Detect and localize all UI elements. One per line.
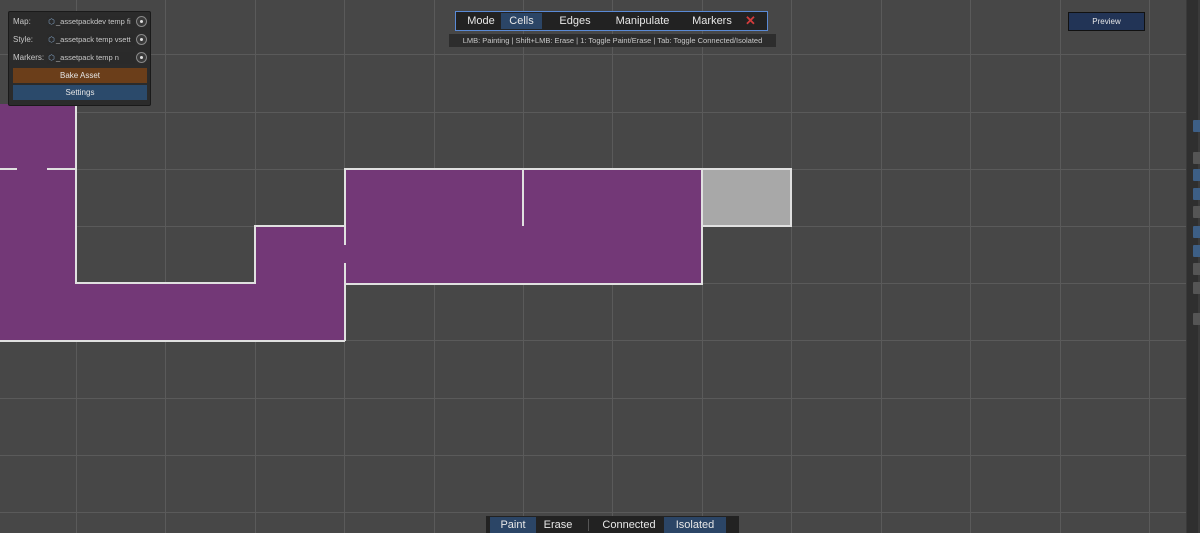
tool-icon[interactable] <box>1193 120 1200 132</box>
style-value: _assetpack temp vsett <box>56 35 131 44</box>
tool-icon[interactable] <box>1193 282 1200 294</box>
paint-toolbar: Paint Erase Connected Isolated <box>486 516 739 533</box>
markers-label: Markers: <box>13 53 45 62</box>
painted-cells <box>0 104 702 341</box>
toolbar-divider <box>588 519 589 531</box>
map-field[interactable]: ⬡_assetpackdev temp fi <box>47 16 135 28</box>
map-value: _assetpackdev temp fi <box>56 17 131 26</box>
rotate-icon[interactable] <box>1193 152 1200 164</box>
cube-icon: ⬡ <box>48 17 55 26</box>
controls-hint: LMB: Painting | Shift+LMB: Erase | 1: To… <box>449 34 776 47</box>
paint-button[interactable]: Paint <box>490 517 536 533</box>
style-field[interactable]: ⬡_assetpack temp vsett <box>47 34 135 46</box>
tool-icon[interactable] <box>1193 263 1200 275</box>
tool-icon[interactable] <box>1193 226 1200 238</box>
mode-toolbar: Mode Cells Edges Manipulate Markers ✕ <box>455 11 768 31</box>
tab-cells[interactable]: Cells <box>501 13 542 29</box>
hover-cell <box>702 169 791 226</box>
cube-icon: ⬡ <box>48 53 55 62</box>
tab-manipulate[interactable]: Manipulate <box>606 13 679 29</box>
tool-icon[interactable] <box>1193 169 1200 181</box>
preview-button[interactable]: Preview <box>1068 12 1145 31</box>
image-icon[interactable] <box>1193 313 1200 325</box>
tool-icon[interactable] <box>1193 245 1200 257</box>
style-label: Style: <box>13 35 34 44</box>
style-picker-target-icon[interactable] <box>136 34 147 45</box>
tool-icon[interactable] <box>1193 188 1200 200</box>
map-picker-target-icon[interactable] <box>136 16 147 27</box>
connected-button[interactable]: Connected <box>596 517 662 533</box>
markers-field[interactable]: ⬡_assetpack temp n <box>47 52 135 64</box>
isolated-button[interactable]: Isolated <box>664 517 726 533</box>
bake-asset-button[interactable]: Bake Asset <box>13 68 147 83</box>
markers-value: _assetpack temp n <box>56 53 119 62</box>
map-label: Map: <box>13 17 31 26</box>
cube-icon: ⬡ <box>48 35 55 44</box>
erase-button[interactable]: Erase <box>536 517 580 533</box>
tool-icon[interactable] <box>1193 206 1200 218</box>
mode-label: Mode <box>467 15 495 27</box>
asset-panel: Map: ⬡_assetpackdev temp fi Style: ⬡_ass… <box>8 11 151 106</box>
map-canvas[interactable] <box>0 0 1200 533</box>
markers-picker-target-icon[interactable] <box>136 52 147 63</box>
tab-edges[interactable]: Edges <box>545 13 605 29</box>
tab-markers[interactable]: Markers <box>682 13 742 29</box>
close-icon[interactable]: ✕ <box>737 13 764 29</box>
settings-button[interactable]: Settings <box>13 85 147 100</box>
